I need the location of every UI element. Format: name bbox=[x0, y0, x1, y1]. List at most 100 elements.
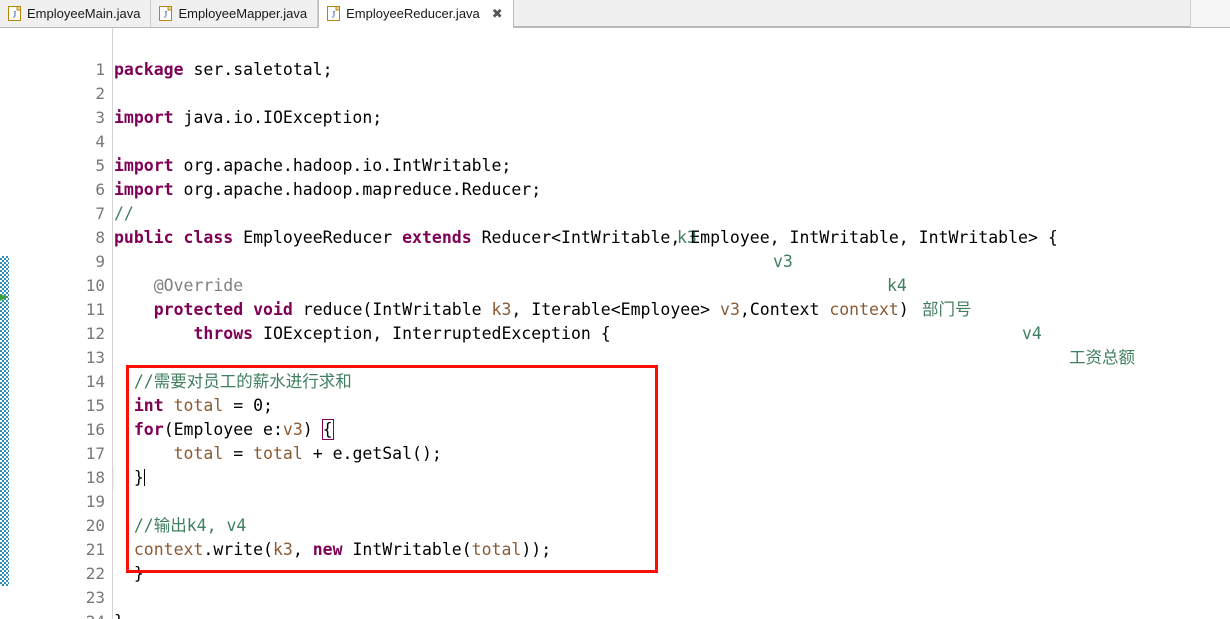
line-number: 19 bbox=[85, 492, 105, 511]
line-number: 9 bbox=[95, 252, 105, 271]
tab-label: EmployeeMain.java bbox=[27, 6, 141, 21]
line-number-gutter[interactable]: 1 2 3 4 5 6 7 8 9 10 11 12 13 14 15 16 1… bbox=[9, 28, 113, 619]
line-number: 13 bbox=[85, 348, 105, 367]
keyword-package: package bbox=[114, 60, 184, 79]
code-line-20: //输出k4, v4 bbox=[114, 514, 1230, 538]
closing-brace: } bbox=[133, 564, 144, 583]
var-total: total bbox=[173, 444, 224, 463]
line-number: 3 bbox=[95, 108, 105, 127]
tab-bar-filler bbox=[513, 0, 1190, 27]
line-number: 18 bbox=[85, 468, 105, 487]
keyword-new: new bbox=[312, 540, 343, 559]
tab-label: EmployeeReducer.java bbox=[346, 6, 480, 21]
code-text-area[interactable]: package ser.saletotal; import java.io.IO… bbox=[114, 28, 1230, 619]
colon: : bbox=[272, 420, 283, 439]
java-file-icon: J bbox=[327, 6, 341, 21]
line-number: 21 bbox=[85, 540, 105, 559]
code-line-7-labels: k3 v3 k4 部门号 v4 工资总额 bbox=[114, 202, 1230, 367]
tab-label: EmployeeMapper.java bbox=[178, 6, 308, 21]
method-signature-part: reduce(IntWritable bbox=[292, 300, 492, 319]
keyword-import: import bbox=[114, 180, 174, 199]
code-line-12: throws IOException, InterruptedException… bbox=[114, 322, 1230, 346]
tab-employee-reducer[interactable]: J EmployeeReducer.java ✖ bbox=[318, 0, 514, 28]
line-number: 6 bbox=[95, 180, 105, 199]
superclass-signature: Reducer<IntWritable, Employee, IntWritab… bbox=[471, 228, 1058, 247]
import-path: org.apache.hadoop.mapreduce.Reducer; bbox=[173, 180, 542, 199]
label-v4-chinese: 工资总额 bbox=[1069, 348, 1135, 367]
annotation-override: @Override bbox=[153, 276, 244, 295]
code-line-18: } bbox=[114, 466, 1230, 490]
code-line-10: @Override bbox=[114, 274, 1230, 298]
method-call-write: .write( bbox=[203, 540, 273, 559]
param-v3: v3 bbox=[720, 300, 740, 319]
tab-employee-mapper[interactable]: J EmployeeMapper.java bbox=[151, 0, 319, 27]
tab-bar-endcap bbox=[1190, 0, 1230, 27]
line-number: 10 bbox=[85, 276, 105, 295]
assignment-zero: = 0; bbox=[223, 396, 273, 415]
code-line-24: } bbox=[114, 610, 1230, 619]
annotation-ruler[interactable] bbox=[0, 28, 9, 619]
for-decl: (Employee bbox=[163, 420, 264, 439]
keyword-for: for bbox=[133, 420, 164, 439]
method-signature-part: ,Context bbox=[739, 300, 830, 319]
arg-total: total bbox=[471, 540, 522, 559]
code-line-6: import org.apache.hadoop.mapreduce.Reduc… bbox=[114, 178, 1230, 202]
var-e: e bbox=[332, 444, 343, 463]
tab-employee-main[interactable]: J EmployeeMain.java bbox=[0, 0, 152, 27]
comma: , bbox=[292, 540, 313, 559]
code-line-11: protected void reduce(IntWritable k3, It… bbox=[114, 298, 1230, 322]
code-line-1: package ser.saletotal; bbox=[114, 58, 1230, 82]
operator-plus: + bbox=[302, 444, 333, 463]
var-e: e bbox=[263, 420, 273, 439]
code-line-21: context.write(k3, new IntWritable(total)… bbox=[114, 538, 1230, 562]
keyword-int: int bbox=[133, 396, 164, 415]
code-line-3: import java.io.IOException; bbox=[114, 106, 1230, 130]
java-file-icon: J bbox=[8, 6, 21, 21]
svg-text:J: J bbox=[164, 10, 168, 20]
line-number: 8 bbox=[95, 228, 105, 247]
line-number: 24 bbox=[9, 610, 105, 619]
constructor-intwritable: IntWritable( bbox=[342, 540, 472, 559]
line-number: 4 bbox=[95, 132, 105, 151]
line-number: 2 bbox=[95, 84, 105, 103]
code-line-17: total = total + e.getSal(); bbox=[114, 442, 1230, 466]
var-v3: v3 bbox=[282, 420, 303, 439]
method-marker-icon bbox=[0, 28, 9, 301]
code-line-15: int total = 0; bbox=[114, 394, 1230, 418]
statement-end: )); bbox=[521, 540, 552, 559]
closing-brace: } bbox=[133, 468, 144, 487]
operator-eq: = bbox=[223, 444, 254, 463]
keyword-class: class bbox=[183, 228, 234, 247]
line-number: 1 bbox=[95, 60, 105, 79]
var-total: total bbox=[163, 396, 224, 415]
line-number: 5 bbox=[95, 156, 105, 175]
line-number: 16 bbox=[85, 420, 105, 439]
keyword-void: void bbox=[253, 300, 293, 319]
closing-brace: } bbox=[114, 612, 124, 619]
for-close: ) bbox=[302, 420, 323, 439]
line-number: 14 bbox=[85, 372, 105, 391]
label-v3: v3 bbox=[773, 252, 793, 271]
java-file-icon: J bbox=[159, 6, 173, 21]
line-number: 12 bbox=[85, 324, 105, 343]
keyword-protected: protected bbox=[153, 300, 244, 319]
keyword-import: import bbox=[114, 108, 174, 127]
comment-output-k4-v4: //输出k4, v4 bbox=[133, 516, 247, 535]
throws-list: IOException, InterruptedException { bbox=[253, 324, 611, 343]
line-number: 11 bbox=[85, 300, 105, 319]
method-call-getsal: .getSal(); bbox=[342, 444, 442, 463]
code-line-8: public class EmployeeReducer extends Red… bbox=[114, 226, 1230, 250]
close-icon[interactable]: ✖ bbox=[492, 7, 503, 20]
code-editor[interactable]: 1 2 3 4 5 6 7 8 9 10 11 12 13 14 15 16 1… bbox=[0, 28, 1230, 619]
